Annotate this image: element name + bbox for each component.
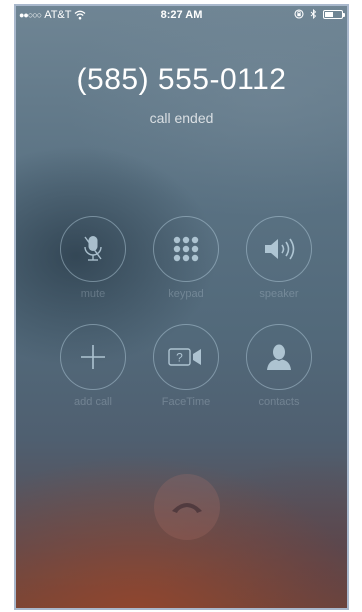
- contact-icon: [266, 343, 292, 371]
- mute-label: mute: [80, 288, 106, 300]
- speaker-icon: [262, 237, 296, 261]
- add-call-label: add call: [74, 396, 112, 408]
- add-call-button[interactable]: add call: [57, 324, 129, 408]
- end-call-icon: [170, 499, 204, 515]
- keypad-button[interactable]: keypad: [150, 216, 222, 300]
- keypad-label: keypad: [168, 288, 204, 300]
- plus-icon: [79, 343, 107, 371]
- contacts-label: contacts: [258, 396, 300, 408]
- phone-screen: ●●○○○ AT&T 8:27 AM (585) 555-0112 call e…: [14, 4, 349, 610]
- facetime-button[interactable]: ? FaceTime: [150, 324, 222, 408]
- facetime-label: FaceTime: [161, 396, 211, 408]
- mic-off-icon: [80, 233, 106, 265]
- speaker-button[interactable]: speaker: [243, 216, 315, 300]
- contacts-button[interactable]: contacts: [243, 324, 315, 408]
- end-call-button[interactable]: [154, 474, 220, 540]
- facetime-icon: ?: [168, 347, 204, 367]
- speaker-label: speaker: [259, 288, 299, 300]
- svg-text:?: ?: [176, 351, 183, 365]
- keypad-icon: [172, 235, 200, 263]
- mute-button[interactable]: mute: [57, 216, 129, 300]
